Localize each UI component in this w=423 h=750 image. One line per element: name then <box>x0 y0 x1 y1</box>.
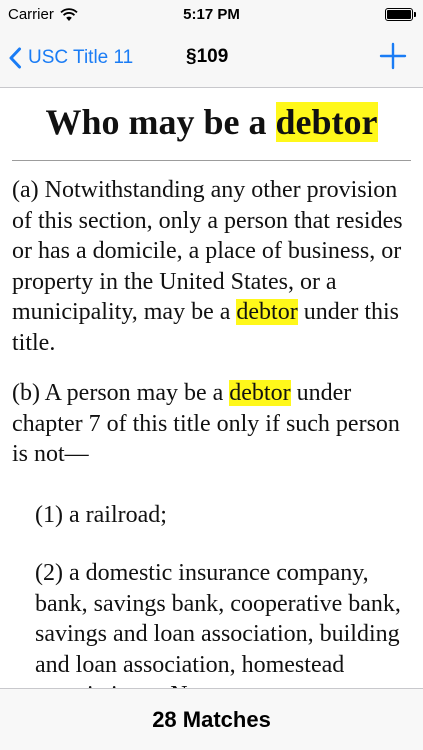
screen: Carrier 5:17 PM USC Title 11 §109 Who ma… <box>0 0 423 750</box>
title-divider <box>12 160 411 161</box>
document-content[interactable]: Who may be a debtor (a) Notwithstanding … <box>0 88 423 688</box>
section-title: §109 <box>186 46 229 67</box>
paragraph-b: (b) A person may be a debtor under chapt… <box>0 378 423 470</box>
chevron-left-icon <box>9 47 21 69</box>
bottom-toolbar: 28 Matches <box>0 688 423 750</box>
list-item-1: (1) a railroad; <box>35 501 167 528</box>
plus-icon[interactable] <box>379 42 407 70</box>
paragraph-b-text: (b) A person may be a <box>12 380 230 406</box>
match-count[interactable]: 28 Matches <box>152 707 271 733</box>
page-title: Who may be a debtor <box>0 99 423 145</box>
search-highlight: debtor <box>229 380 291 406</box>
search-highlight: debtor <box>275 102 378 142</box>
back-button-label: USC Title 11 <box>28 47 134 68</box>
title-text: Who may be a <box>45 102 276 142</box>
list-item-2: (2) a domestic insurance company, bank, … <box>35 560 401 688</box>
search-highlight: debtor <box>236 299 298 325</box>
navigation-bar: USC Title 11 §109 <box>0 30 423 88</box>
back-button[interactable]: USC Title 11 <box>8 43 133 73</box>
status-time: 5:17 PM <box>183 6 240 23</box>
paragraph-a: (a) Notwithstanding any other provision … <box>0 175 423 358</box>
status-bar: Carrier 5:17 PM <box>0 0 423 30</box>
battery-icon <box>385 8 416 21</box>
